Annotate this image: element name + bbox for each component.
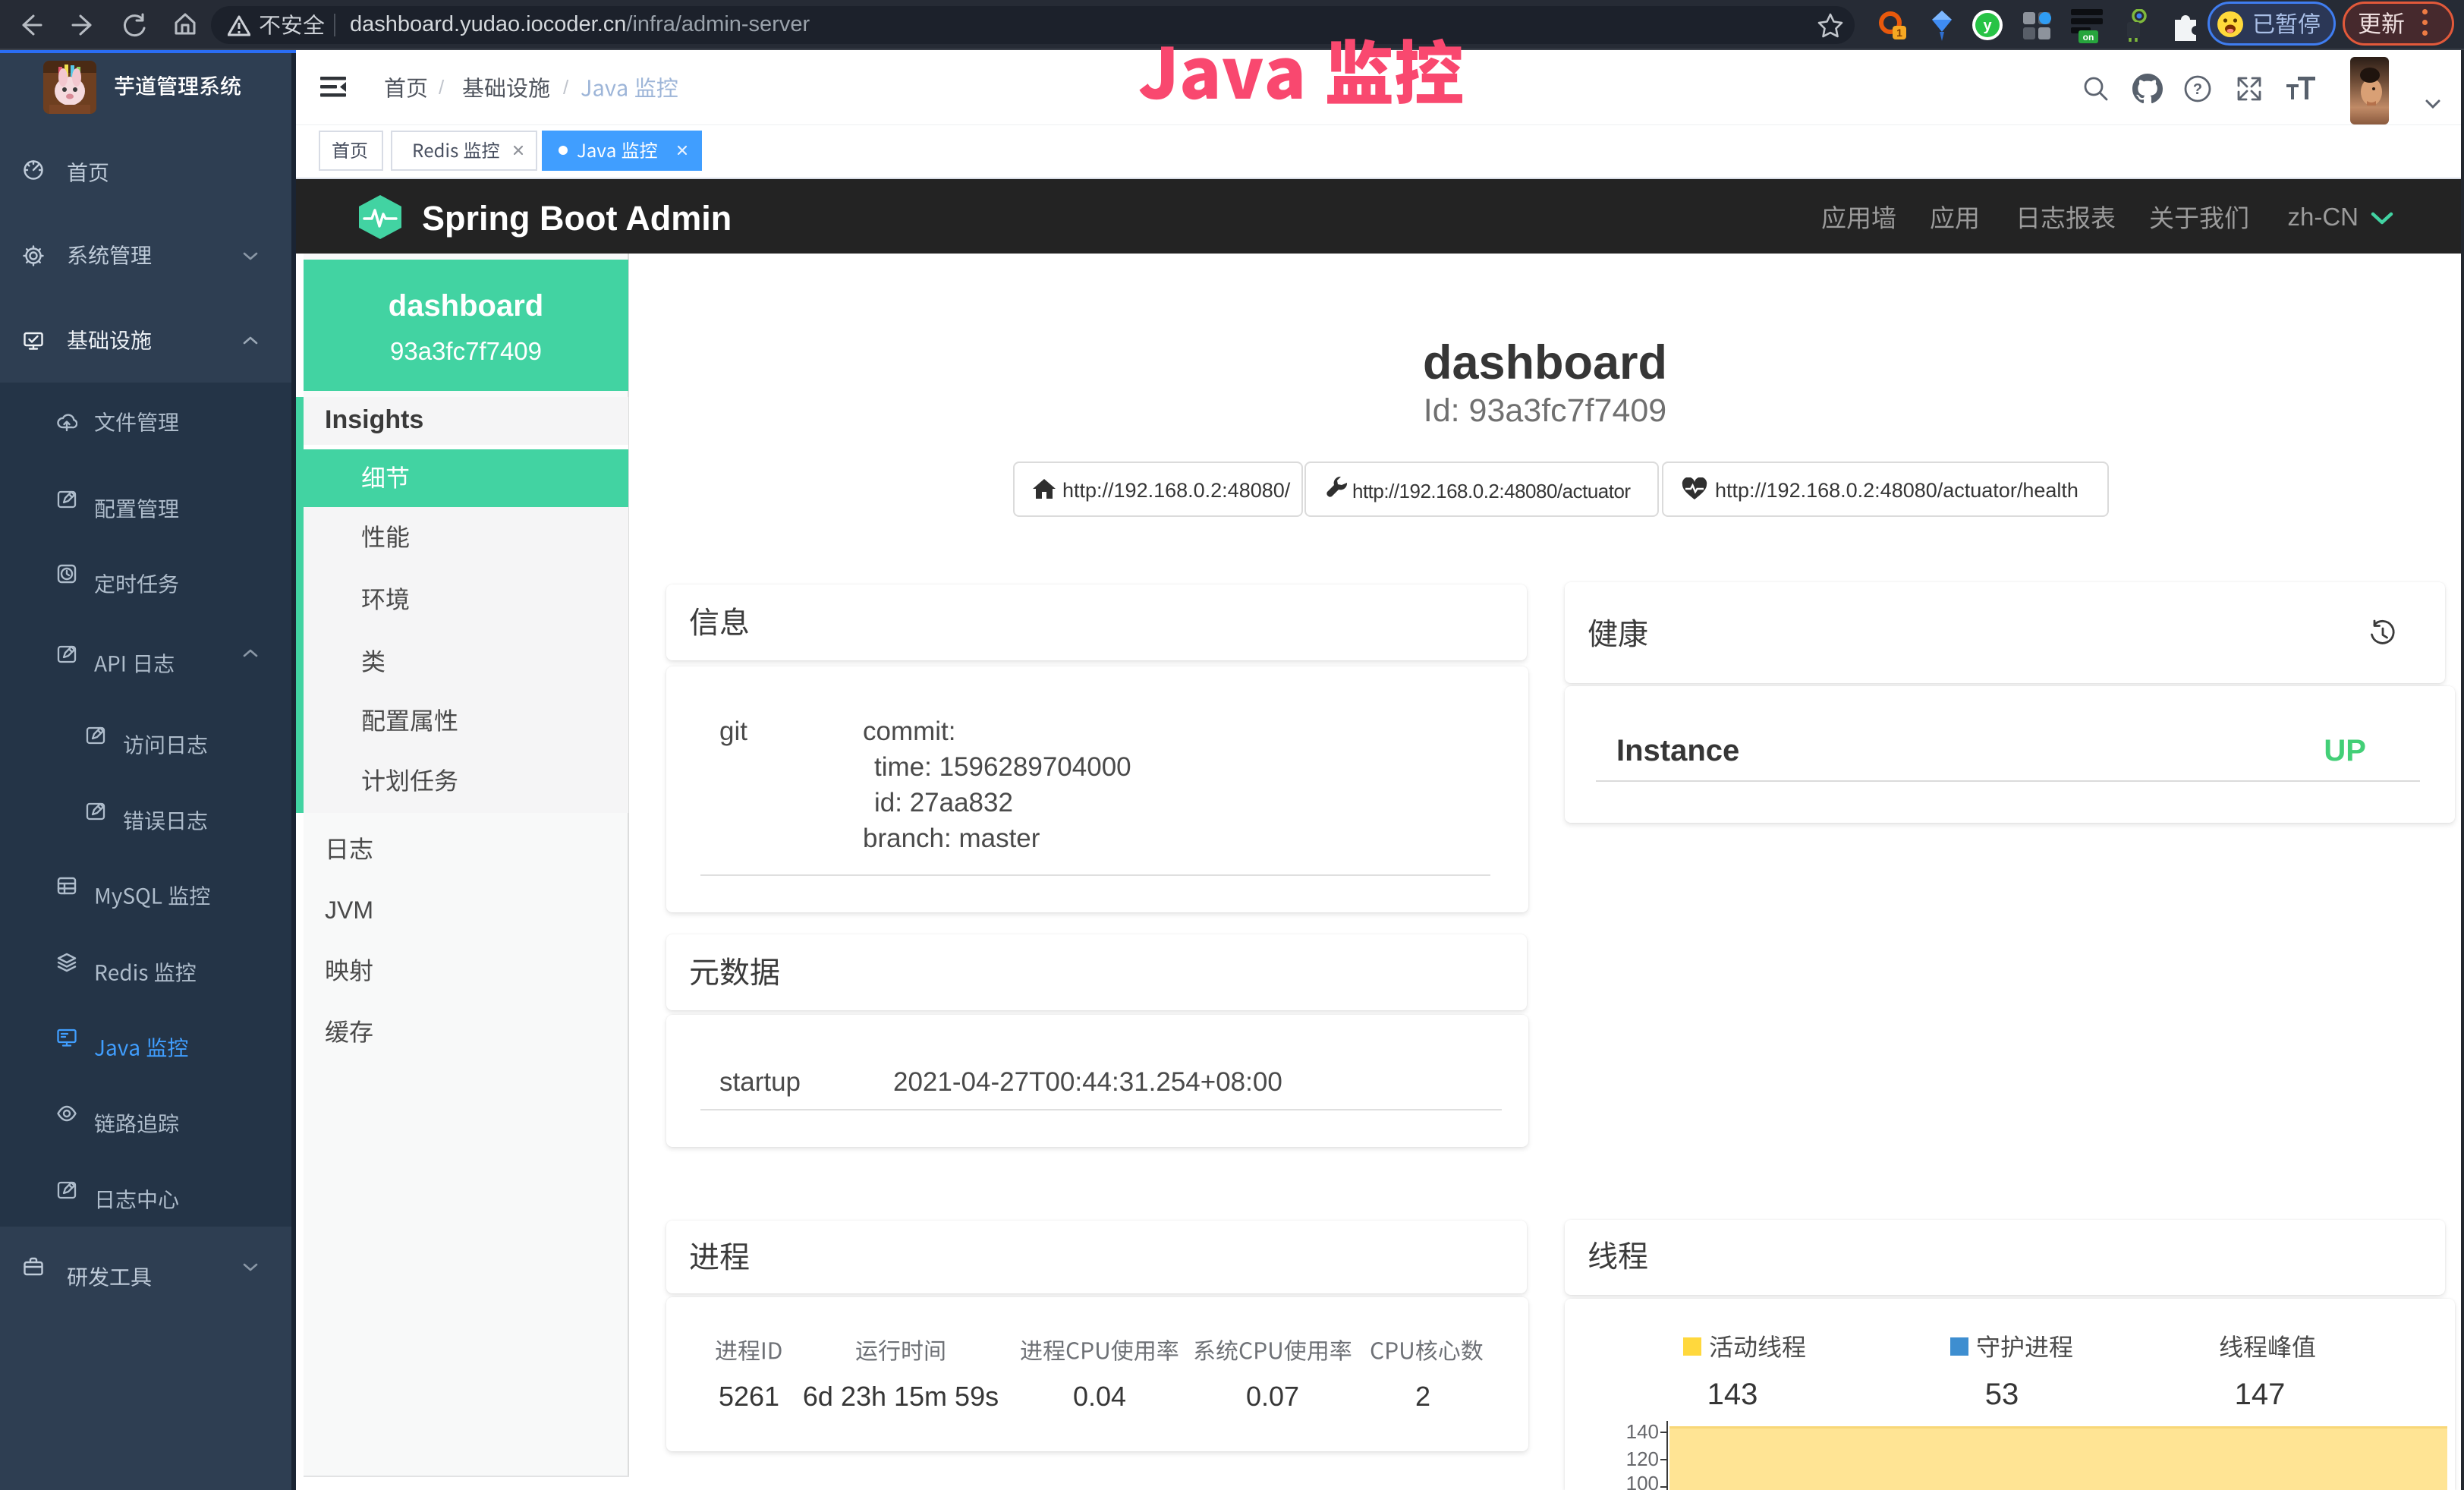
- svg-text:?: ?: [2193, 81, 2202, 98]
- svg-text:1: 1: [1896, 27, 1902, 39]
- svg-text:y: y: [1983, 17, 1992, 34]
- svg-text:on: on: [2083, 32, 2094, 43]
